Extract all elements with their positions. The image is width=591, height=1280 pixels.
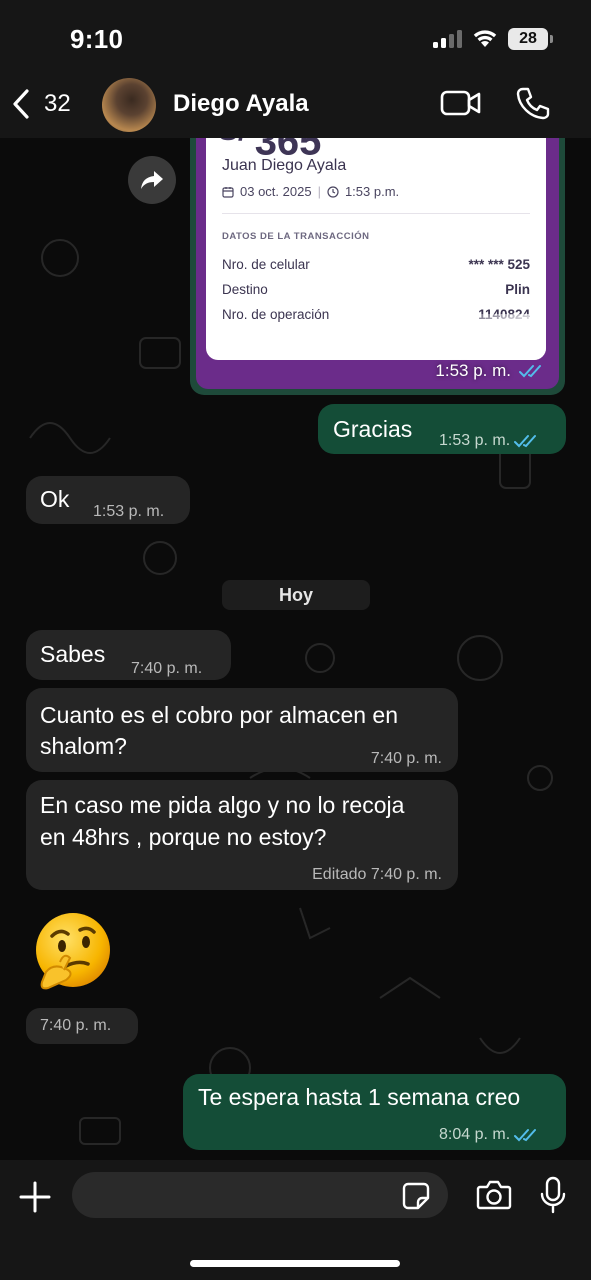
message-timestamp: 8:04 p. m. bbox=[439, 1120, 540, 1150]
clock-icon bbox=[327, 185, 339, 198]
message-timestamp: 1:53 p. m. bbox=[93, 503, 165, 520]
phone-call-icon[interactable] bbox=[515, 86, 551, 120]
chevron-left-icon bbox=[13, 89, 29, 119]
receipt-date: 03 oct. 2025 bbox=[240, 184, 312, 199]
date-separator: Hoy bbox=[222, 580, 370, 610]
message-incoming[interactable]: En caso me pida algo y no lo recoja en 4… bbox=[26, 780, 458, 890]
chat-header: 32 Diego Ayala bbox=[0, 78, 591, 138]
battery-indicator: 28 bbox=[508, 28, 553, 50]
read-ticks-icon bbox=[519, 365, 541, 378]
receipt-row-destination: Destino Plin bbox=[222, 282, 530, 297]
message-text: Sabes bbox=[40, 641, 106, 667]
message-timestamp: 1:53 p. m. bbox=[435, 361, 545, 381]
receipt-divider bbox=[222, 213, 530, 214]
message-text: Ok bbox=[40, 486, 70, 512]
wifi-icon bbox=[473, 30, 497, 47]
message-input[interactable] bbox=[72, 1172, 448, 1218]
back-button[interactable]: 32 bbox=[10, 84, 71, 124]
plus-icon[interactable] bbox=[18, 1180, 52, 1214]
message-text-line2: en 48hrs , porque no estoy? bbox=[40, 824, 327, 850]
sticker-icon[interactable] bbox=[402, 1182, 430, 1210]
message-incoming[interactable]: Sabes 7:40 p. m. bbox=[26, 630, 231, 680]
receipt-card: S/ 365 Juan Diego Ayala 03 oct. 2025 | 1… bbox=[206, 138, 546, 360]
message-text: Gracias bbox=[333, 416, 413, 442]
receipt-section-title: DATOS DE LA TRANSACCIÓN bbox=[222, 231, 370, 242]
unread-count: 32 bbox=[44, 90, 71, 117]
message-incoming[interactable]: Cuanto es el cobro por almacen en shalom… bbox=[26, 688, 458, 772]
receipt-row-phone: Nro. de celular *** *** 525 bbox=[222, 257, 530, 272]
chat-area[interactable]: S/ 365 Juan Diego Ayala 03 oct. 2025 | 1… bbox=[0, 138, 591, 1160]
message-timestamp: 7:40 p. m. bbox=[26, 1008, 138, 1044]
forward-arrow-icon bbox=[141, 171, 163, 189]
calendar-icon bbox=[222, 186, 234, 198]
camera-icon[interactable] bbox=[476, 1179, 512, 1211]
message-outgoing[interactable]: Gracias 1:53 p. m. bbox=[318, 404, 566, 454]
thinking-face-icon[interactable] bbox=[30, 910, 116, 996]
message-timestamp: Editado 7:40 p. m. bbox=[312, 866, 442, 883]
status-time: 9:10 bbox=[70, 24, 124, 54]
message-timestamp: 7:40 p. m. bbox=[370, 750, 442, 767]
forward-button[interactable] bbox=[128, 156, 176, 204]
message-timestamp: 7:40 p. m. bbox=[131, 660, 203, 677]
message-incoming[interactable]: Ok 1:53 p. m. bbox=[26, 476, 190, 524]
edited-label: Editado bbox=[312, 866, 367, 883]
message-text-line1: En caso me pida algo y no lo recoja bbox=[40, 792, 405, 818]
message-timestamp: 1:53 p. m. bbox=[439, 426, 540, 456]
message-text: Te espera hasta 1 semana creo bbox=[198, 1084, 521, 1110]
receipt-image: S/ 365 Juan Diego Ayala 03 oct. 2025 | 1… bbox=[196, 138, 559, 389]
cellular-signal-icon bbox=[433, 30, 463, 48]
read-ticks-icon bbox=[514, 1129, 537, 1142]
receipt-image-message[interactable]: S/ 365 Juan Diego Ayala 03 oct. 2025 | 1… bbox=[190, 138, 565, 395]
microphone-icon[interactable] bbox=[540, 1176, 566, 1214]
contact-name[interactable]: Diego Ayala bbox=[173, 90, 309, 118]
status-bar: 9:10 28 bbox=[0, 0, 591, 78]
video-call-icon[interactable] bbox=[440, 88, 482, 118]
image-time-shade bbox=[386, 314, 546, 360]
read-ticks-icon bbox=[514, 435, 537, 448]
receipt-payer: Juan Diego Ayala bbox=[222, 157, 347, 174]
message-text-line1: Cuanto es el cobro por almacen en bbox=[40, 702, 398, 728]
message-outgoing[interactable]: Te espera hasta 1 semana creo 8:04 p. m. bbox=[183, 1074, 566, 1150]
receipt-datetime: 03 oct. 2025 | 1:53 p.m. bbox=[222, 184, 399, 199]
avatar[interactable] bbox=[102, 78, 156, 132]
receipt-time: 1:53 p.m. bbox=[344, 184, 400, 199]
home-indicator bbox=[190, 1260, 400, 1267]
message-input-bar bbox=[0, 1160, 591, 1280]
message-text-line2: shalom? bbox=[40, 733, 127, 759]
